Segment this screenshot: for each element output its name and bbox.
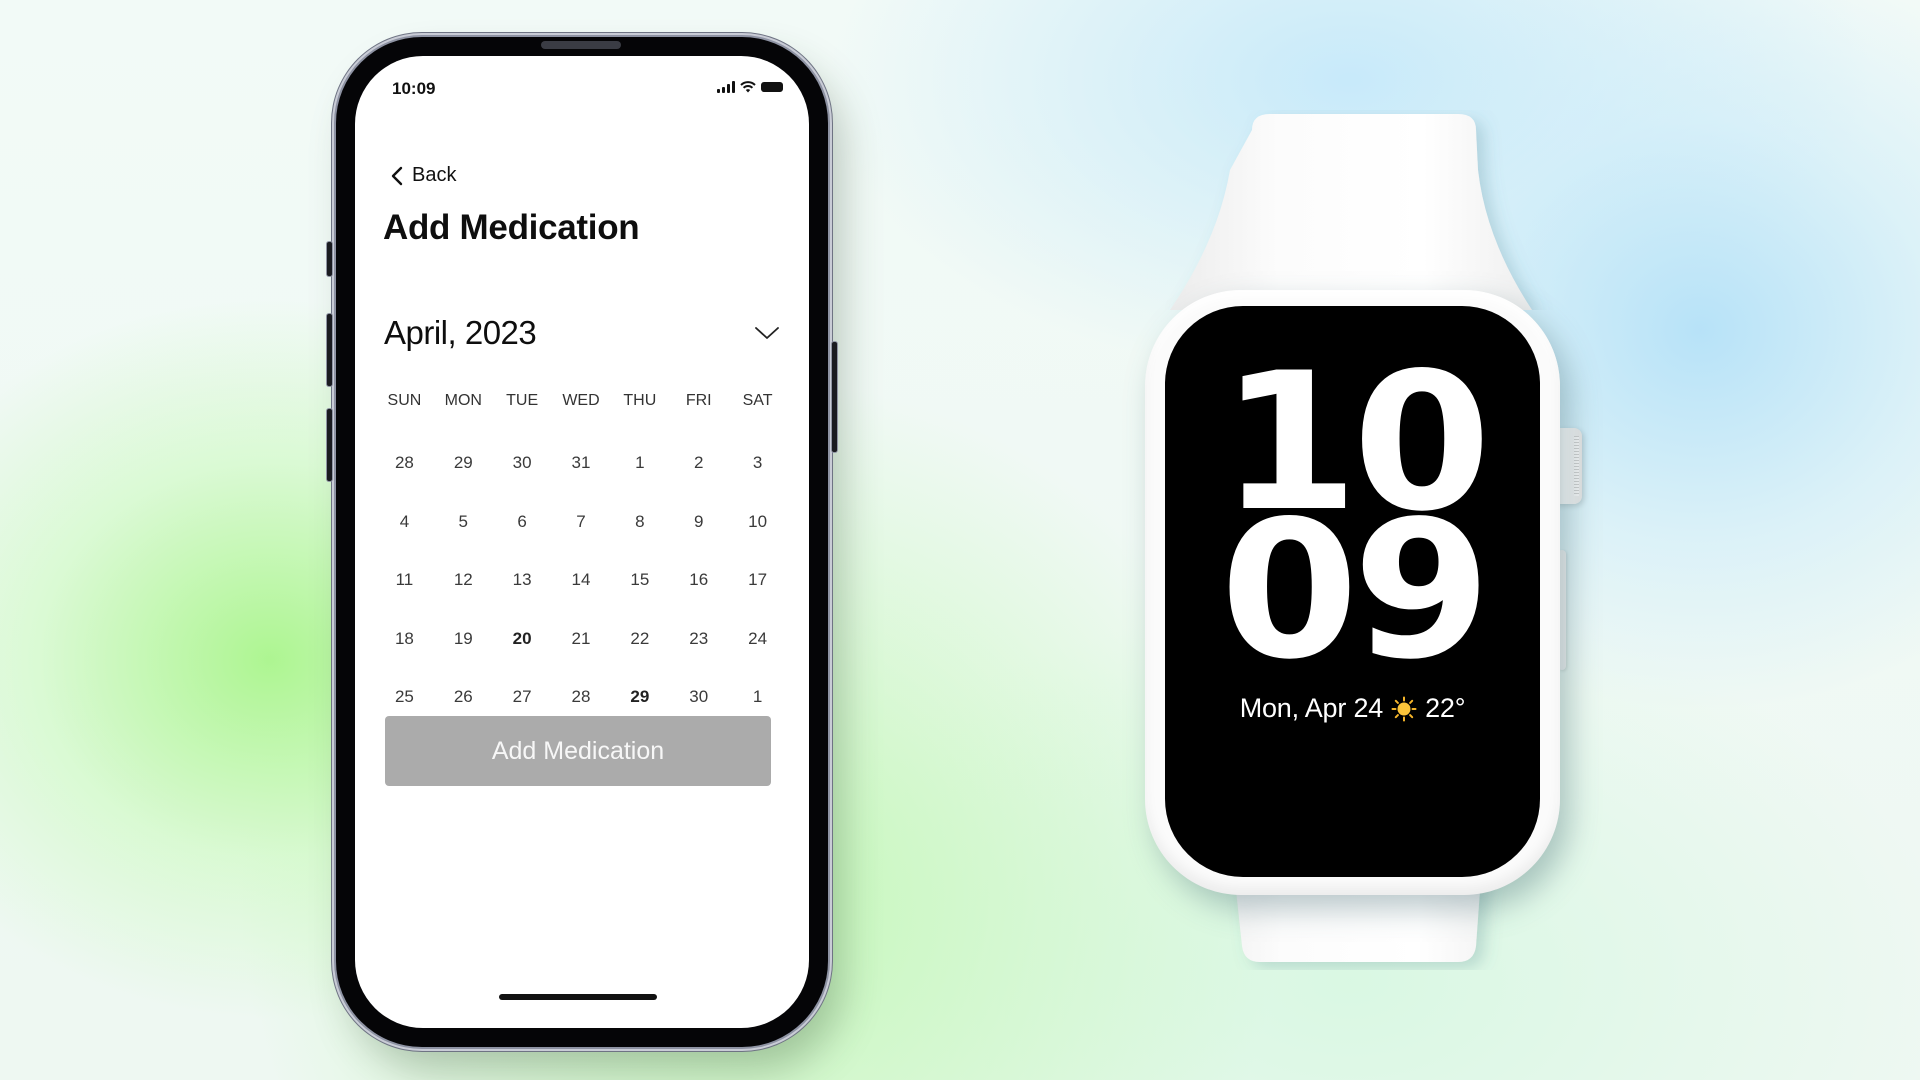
weekday-label: TUE: [506, 392, 539, 409]
watch-date: Mon, Apr 24: [1239, 693, 1384, 723]
calendar-day[interactable]: 17: [728, 551, 787, 610]
calendar-day[interactable]: 12: [434, 551, 493, 610]
calendar-day[interactable]: 29: [434, 434, 493, 493]
silent-switch: [327, 242, 332, 276]
watch-complication: Mon, Apr 24 22°: [1165, 693, 1540, 724]
calendar-day[interactable]: 14: [552, 551, 611, 610]
calendar-day[interactable]: 22: [610, 610, 669, 669]
calendar-day[interactable]: 19: [434, 610, 493, 669]
sun-icon: [1391, 696, 1417, 721]
calendar-day[interactable]: 30: [493, 434, 552, 493]
watch-temperature: 22°: [1425, 693, 1466, 723]
speaker-grille: [541, 41, 621, 49]
weekday-label: SAT: [742, 392, 773, 409]
home-indicator[interactable]: [499, 994, 657, 1000]
calendar-day[interactable]: 28: [375, 434, 434, 493]
power-button: [832, 342, 837, 452]
phone-screen: 10:09 Back Add Medication April, 2023 SU…: [355, 56, 809, 1028]
chevron-down-icon[interactable]: [754, 325, 780, 341]
apple-watch-device: 10 09 Mon, Apr 24 22°: [1140, 110, 1600, 970]
calendar-day[interactable]: 10: [728, 493, 787, 552]
calendar-day[interactable]: 8: [610, 493, 669, 552]
calendar-day[interactable]: 13: [493, 551, 552, 610]
watch-screen: 10 09 Mon, Apr 24 22°: [1165, 306, 1540, 877]
calendar-day[interactable]: 6: [493, 493, 552, 552]
page-title: Add Medication: [383, 208, 640, 247]
calendar-day[interactable]: 31: [552, 434, 611, 493]
calendar-day[interactable]: 16: [669, 551, 728, 610]
calendar-day[interactable]: 3: [728, 434, 787, 493]
status-bar: 10:09: [355, 56, 809, 116]
battery-icon: [761, 82, 783, 92]
calendar-day[interactable]: 9: [669, 493, 728, 552]
calendar-day[interactable]: 24: [728, 610, 787, 669]
volume-down-button: [327, 409, 332, 481]
watch-case: 10 09 Mon, Apr 24 22°: [1145, 290, 1560, 895]
status-time: 10:09: [392, 79, 436, 98]
iphone-device: 10:09 Back Add Medication April, 2023 SU…: [327, 37, 837, 1047]
calendar-day[interactable]: 2: [669, 434, 728, 493]
back-button[interactable]: Back: [390, 164, 456, 187]
month-label: April, 2023: [384, 314, 537, 351]
watch-band-top: [1170, 114, 1532, 310]
calendar-week-row: 28 29 30 31 1 2 3: [375, 434, 787, 493]
add-medication-button[interactable]: Add Medication: [385, 716, 771, 786]
weekday-label: THU: [623, 392, 657, 409]
calendar-day[interactable]: 15: [610, 551, 669, 610]
chevron-left-icon: [391, 166, 403, 185]
calendar-day[interactable]: 21: [552, 610, 611, 669]
calendar-day[interactable]: 20: [493, 610, 552, 669]
calendar-day[interactable]: 1: [610, 434, 669, 493]
weekday-label: WED: [562, 392, 600, 409]
weekday-label: SUN: [387, 392, 422, 409]
back-label: Back: [412, 164, 457, 186]
status-icons: [717, 81, 783, 93]
calendar-day[interactable]: 11: [375, 551, 434, 610]
watch-minute: 09: [1219, 480, 1491, 701]
calendar-grid: SUN MON TUE WED THU FRI SAT 28 29 30 31 1 2 3 4…: [375, 386, 787, 727]
calendar-day[interactable]: 5: [434, 493, 493, 552]
calendar-day[interactable]: 4: [375, 493, 434, 552]
calendar-weeks: 28 29 30 31 1 2 3 4 5 6 7 8 9 10 11 12 13 14 15 16 17 18 19 20 2…: [375, 434, 787, 727]
volume-up-button: [327, 314, 332, 386]
cellular-signal-icon: [717, 81, 735, 93]
calendar-week-row: 4 5 6 7 8 9 10: [375, 493, 787, 552]
calendar-day[interactable]: 7: [552, 493, 611, 552]
calendar-day[interactable]: 23: [669, 610, 728, 669]
calendar-week-row: 11 12 13 14 15 16 17: [375, 551, 787, 610]
calendar-day[interactable]: 18: [375, 610, 434, 669]
weekday-header: SUN MON TUE WED THU FRI SAT: [375, 386, 787, 416]
wifi-icon: [740, 81, 756, 93]
calendar-week-row: 18 19 20 21 22 23 24: [375, 610, 787, 669]
weekday-label: MON: [444, 392, 482, 409]
weekday-label: FRI: [685, 392, 712, 409]
month-selector[interactable]: April, 2023: [384, 311, 780, 355]
